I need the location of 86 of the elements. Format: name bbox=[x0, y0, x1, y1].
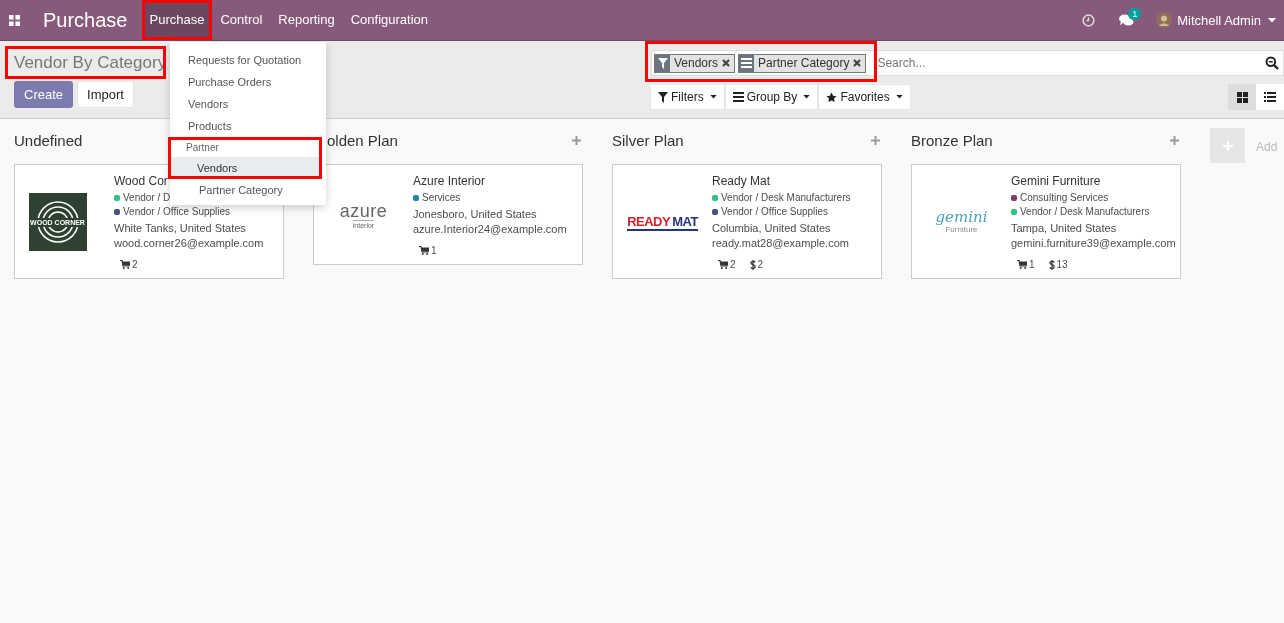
star-icon bbox=[826, 91, 838, 103]
count-value: 1 bbox=[1029, 259, 1035, 270]
tag-label: Services bbox=[422, 191, 461, 205]
menu-section-header: Partner bbox=[168, 137, 322, 157]
list-icon bbox=[1264, 92, 1276, 102]
clock-icon[interactable] bbox=[1082, 13, 1096, 27]
company-logo: gemini Furniture bbox=[935, 210, 988, 234]
search-icon[interactable] bbox=[1265, 56, 1279, 70]
tag-label: Consulting Services bbox=[1020, 191, 1109, 205]
column-title: Undefined bbox=[14, 131, 83, 149]
tag-label: Vendor / D bbox=[123, 191, 171, 205]
cart-icon bbox=[419, 246, 429, 255]
add-icon[interactable] bbox=[1170, 135, 1179, 145]
kanban-view-button[interactable] bbox=[1228, 84, 1256, 110]
notification-badge: 1 bbox=[1128, 7, 1142, 20]
close-icon[interactable] bbox=[853, 59, 862, 67]
user-menu[interactable]: Mitchell Admin bbox=[1177, 12, 1261, 28]
vendor-email: azure.Interior24@example.com bbox=[413, 223, 567, 235]
app-title: Purchase bbox=[43, 8, 128, 32]
close-icon[interactable] bbox=[722, 59, 731, 67]
add-icon bbox=[1222, 140, 1233, 151]
count-value: 1 bbox=[431, 245, 437, 256]
vendor-location: Columbia, United States bbox=[712, 222, 832, 234]
facet-label: Partner Category bbox=[757, 56, 851, 70]
tag-label: Vendor / Office Supplies bbox=[123, 205, 231, 219]
dropdown-item[interactable]: Vendors bbox=[168, 157, 322, 179]
caret-icon bbox=[803, 95, 811, 99]
menu-item[interactable]: Reporting bbox=[270, 0, 343, 40]
vendor-email: ready.mat28@example.com bbox=[712, 237, 850, 249]
dropdown-item[interactable]: Requests for Quotation bbox=[170, 49, 326, 71]
column-title: Silver Plan bbox=[612, 131, 684, 149]
vendor-name: Wood Cor bbox=[114, 174, 169, 188]
add-icon[interactable] bbox=[572, 135, 581, 145]
menu-item[interactable]: Purchase bbox=[141, 0, 213, 40]
count-value: 2 bbox=[132, 259, 138, 270]
tag-label: Vendor / Desk Manufacturers bbox=[721, 191, 851, 205]
vendor-name: Gemini Furniture bbox=[1011, 174, 1102, 188]
tag-label: Vendor / Desk Manufacturers bbox=[1020, 205, 1150, 219]
menu-item[interactable]: Configuration bbox=[342, 0, 437, 40]
dropdown-item[interactable]: Products bbox=[170, 115, 326, 137]
dollar-icon bbox=[749, 259, 756, 270]
count-value: 13 bbox=[1056, 259, 1068, 270]
dropdown-item[interactable]: Vendors bbox=[170, 93, 326, 115]
count-value: 2 bbox=[757, 259, 764, 270]
import-button[interactable]: Import bbox=[77, 81, 134, 108]
caret-icon bbox=[895, 95, 903, 99]
cart-icon bbox=[120, 260, 130, 269]
column-title: Bronze Plan bbox=[911, 131, 993, 149]
page-title: Vendor By Category bbox=[5, 46, 166, 79]
create-button[interactable]: Create bbox=[14, 81, 74, 108]
vendor-location: White Tanks, United States bbox=[114, 222, 247, 234]
caret-icon bbox=[709, 95, 717, 99]
add-icon[interactable] bbox=[871, 135, 880, 145]
filter-dropdown-button[interactable]: Group By bbox=[724, 84, 819, 110]
dollar-icon bbox=[1048, 259, 1055, 270]
caret-icon[interactable] bbox=[1268, 17, 1276, 23]
tag-label: Vendor / Office Supplies bbox=[721, 205, 829, 219]
search-field[interactable]: Vendors Partner Category Search... bbox=[651, 50, 1284, 76]
vendor-card[interactable]: gemini Furniture Gemini Furniture Consulting Services Vendor / Desk Manufacturers Tampa, United States gemini.furniture39@example.com 1 13 bbox=[911, 164, 1181, 279]
filter-dropdown-button[interactable]: Favorites bbox=[818, 84, 911, 110]
dropdown-item[interactable]: Purchase Orders bbox=[170, 71, 326, 93]
menu-item[interactable]: Control bbox=[212, 0, 271, 40]
filter-dropdown-button[interactable]: Filters bbox=[650, 84, 725, 110]
vendor-email: gemini.furniture39@example.com bbox=[1011, 237, 1176, 249]
column-title: olden Plan bbox=[327, 131, 398, 149]
count-value: 2 bbox=[730, 259, 736, 270]
list-icon bbox=[741, 58, 753, 68]
search-facet[interactable]: Vendors bbox=[654, 53, 736, 73]
vendor-card[interactable]: READYMAT Ready Mat Vendor / Desk Manufacturers Vendor / Office Supplies Columbia, United States ready.mat28@example.com 2 2 bbox=[612, 164, 882, 279]
vendor-location: Jonesboro, United States bbox=[413, 208, 538, 220]
vendor-name: Ready Mat bbox=[712, 174, 772, 188]
apps-menu-icon[interactable] bbox=[9, 14, 20, 26]
cart-icon bbox=[1017, 260, 1027, 269]
avatar-icon[interactable] bbox=[1156, 12, 1173, 28]
facet-label: Vendors bbox=[673, 56, 720, 70]
list-icon bbox=[732, 92, 744, 102]
filter-icon bbox=[657, 57, 668, 69]
filter-icon bbox=[658, 91, 668, 103]
vendor-email: wood.corner26@example.com bbox=[114, 237, 264, 249]
company-logo: READYMAT bbox=[627, 213, 698, 231]
list-view-button[interactable] bbox=[1256, 84, 1284, 110]
grid-icon bbox=[1236, 91, 1248, 103]
search-facet[interactable]: Partner Category bbox=[738, 53, 867, 73]
vendor-location: Tampa, United States bbox=[1011, 222, 1118, 234]
vendor-name: Azure Interior bbox=[413, 174, 487, 188]
cart-icon bbox=[718, 260, 728, 269]
